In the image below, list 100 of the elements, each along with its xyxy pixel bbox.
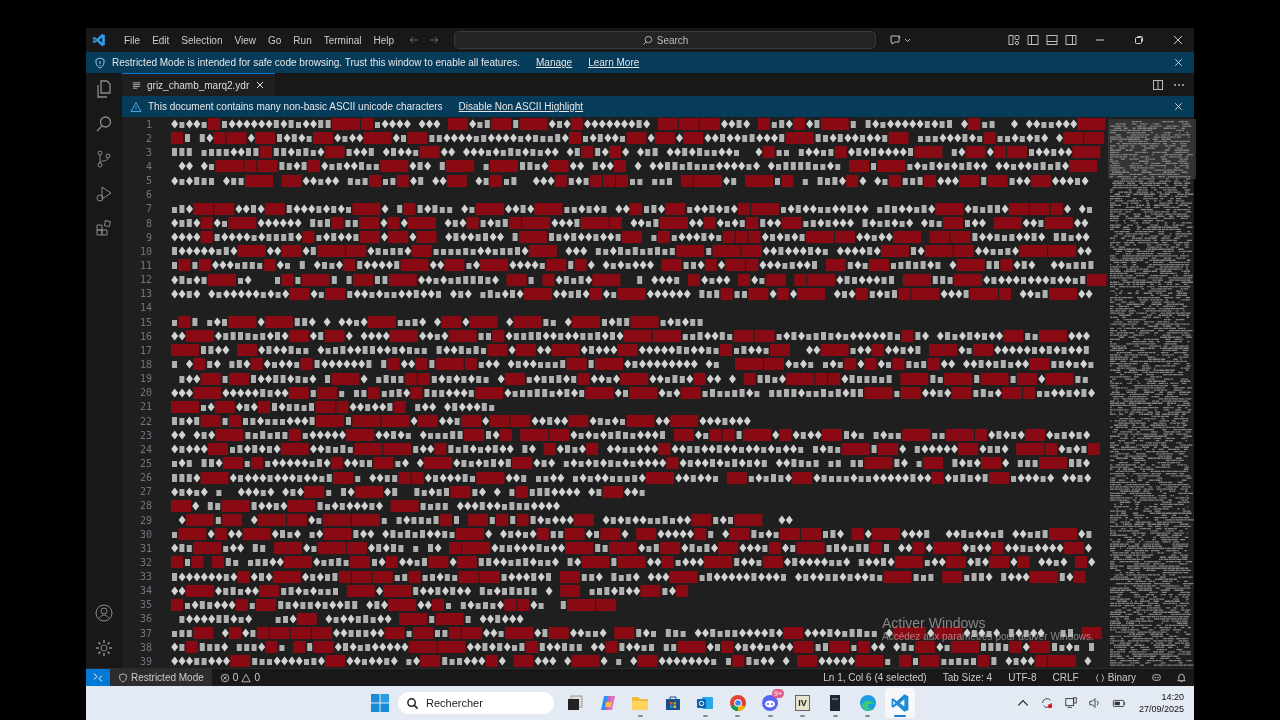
line-number: 36 (138, 613, 152, 625)
line-number: 22 (138, 415, 152, 427)
close-icon[interactable] (255, 80, 266, 90)
line-number: 33 (138, 571, 152, 583)
menu-item[interactable]: Edit (146, 34, 176, 46)
menu-item[interactable]: Selection (175, 34, 229, 46)
volume-icon[interactable] (1087, 696, 1102, 710)
taskbar-app[interactable]: IV (787, 688, 818, 718)
menu-item[interactable]: Terminal (317, 34, 368, 46)
line-number: 13 (138, 288, 152, 300)
banner-text: Restricted Mode is intended for safe code browsing. Trust this window to enable all features. (112, 57, 520, 68)
split-editor-icon[interactable] (1152, 78, 1164, 91)
clock-time[interactable]: 14:20 (1161, 691, 1184, 703)
line-number: 6 (144, 189, 152, 201)
problems-status[interactable]: 0 0 (211, 672, 268, 683)
shield-icon (94, 56, 106, 69)
search-icon (641, 34, 653, 46)
files-icon[interactable] (94, 79, 114, 99)
menu-item[interactable]: File (118, 34, 147, 46)
shield-icon (118, 672, 128, 683)
chat-app-icon (760, 693, 780, 713)
forward-arrow-icon[interactable] (428, 34, 441, 46)
status-item[interactable]: Ln 1, Col 6 (4 selected) (815, 672, 935, 683)
sidebar-toggle-icon[interactable] (1027, 34, 1039, 46)
banner-link[interactable]: Disable Non ASCII Highlight (458, 101, 584, 112)
menu-item[interactable]: Go (262, 34, 288, 46)
clock-date[interactable]: 27/09/2025 (1138, 703, 1184, 715)
account-icon[interactable] (94, 603, 114, 623)
menu-item[interactable]: Help (367, 34, 401, 46)
line-number: 14 (138, 302, 152, 314)
close-icon[interactable] (1173, 101, 1184, 112)
menu-item[interactable]: Run (287, 34, 318, 46)
restricted-mode-status[interactable]: Restricted Mode (110, 669, 212, 686)
line-number: 4 (144, 161, 152, 172)
extensions-icon[interactable] (94, 219, 114, 239)
activation-title: Activer Windows (882, 615, 987, 631)
line-number: 2 (144, 132, 152, 144)
running-indicator (894, 715, 906, 717)
line-number: 29 (138, 514, 152, 526)
chat-sparkle-icon[interactable] (890, 34, 913, 46)
browser-icon (727, 693, 748, 713)
line-number: 27 (138, 486, 152, 498)
search-field[interactable]: Search (454, 31, 877, 49)
line-number: 38 (138, 641, 152, 653)
running-indicator (702, 715, 708, 717)
status-item[interactable]: Tab Size: 4 (934, 672, 1001, 683)
line-number: 5 (144, 175, 152, 187)
running-indicator (767, 715, 773, 717)
error-icon (219, 672, 230, 683)
line-number: 16 (138, 330, 152, 342)
banner-link[interactable]: Learn More (588, 57, 640, 68)
line-number: 11 (138, 259, 152, 271)
close-icon[interactable] (1173, 57, 1184, 68)
back-arrow-icon[interactable] (408, 34, 421, 46)
network-icon[interactable] (1063, 696, 1078, 710)
app-logo: IV (795, 695, 810, 711)
settings-icon[interactable] (94, 638, 114, 658)
warning-icon (130, 100, 142, 113)
start-icon[interactable] (370, 693, 390, 713)
line-number: 30 (138, 528, 152, 540)
editor-tab[interactable]: griz_chamb_marq2.ydr (122, 73, 276, 96)
line-number: 35 (138, 599, 152, 611)
line-number: 9 (144, 231, 152, 243)
line-number: 34 (138, 585, 152, 597)
line-number: 25 (138, 457, 152, 469)
edge-browser-icon (857, 693, 878, 713)
vscode-logo-icon (92, 33, 106, 47)
banner-link[interactable]: Manage (536, 57, 573, 68)
running-indicator (865, 715, 870, 717)
line-number: 39 (138, 655, 152, 667)
line-number: 26 (138, 472, 152, 484)
panel-toggle-icon[interactable] (1046, 34, 1058, 46)
layout-icon[interactable] (1008, 34, 1020, 46)
status-item[interactable]: CRLF (1044, 672, 1087, 683)
sync-icon[interactable] (1039, 696, 1054, 710)
menu-item[interactable]: View (228, 34, 262, 46)
running-indicator (832, 715, 838, 717)
status-item[interactable]: UTF-8 (1000, 672, 1045, 683)
search-icon[interactable] (94, 114, 114, 134)
bell-icon[interactable] (1176, 672, 1187, 683)
taskbar-search-field[interactable]: Rechercher (398, 692, 554, 714)
restore-icon[interactable] (1133, 34, 1145, 46)
task-view-icon (565, 693, 585, 713)
line-number: 32 (138, 556, 152, 568)
vscode-logo-icon (890, 693, 910, 713)
secondary-sidebar-icon[interactable] (1065, 34, 1077, 46)
banner-text: This document contains many non-basic ASCII unicode characters (148, 101, 443, 112)
run-debug-icon[interactable] (94, 184, 114, 204)
source-control-icon[interactable] (94, 149, 114, 169)
line-number: 24 (138, 443, 152, 455)
braces-icon (1094, 672, 1105, 683)
file-lines-icon (132, 80, 141, 90)
line-number: 18 (138, 358, 152, 370)
status-item[interactable]: Binary (1086, 672, 1144, 683)
warning-icon (241, 672, 252, 683)
line-number: 15 (138, 316, 152, 328)
copilot-icon[interactable] (1151, 672, 1162, 683)
line-number: 8 (144, 217, 152, 229)
line-number: 3 (144, 146, 152, 158)
close-icon[interactable] (1172, 34, 1184, 46)
